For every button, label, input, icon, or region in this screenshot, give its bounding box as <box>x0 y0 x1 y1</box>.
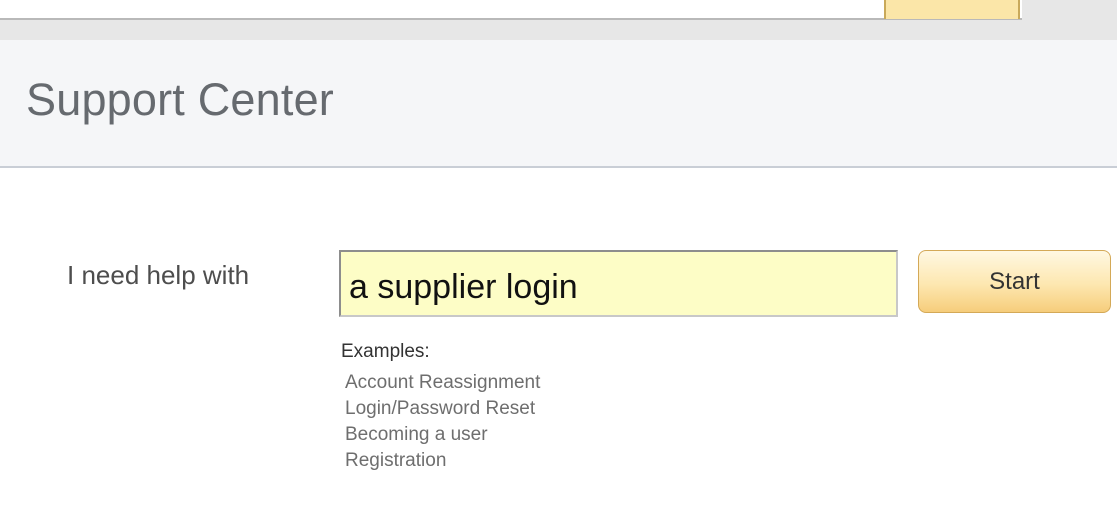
example-link-account-reassignment[interactable]: Account Reassignment <box>345 370 540 396</box>
help-label: I need help with <box>67 260 250 290</box>
top-bar-band <box>0 20 1117 40</box>
start-button[interactable]: Start <box>918 250 1111 313</box>
examples-label: Examples: <box>341 341 430 362</box>
top-bar <box>0 0 1117 40</box>
page: Support Center I need help with Start Ex… <box>0 0 1117 523</box>
top-bar-background <box>0 0 1022 18</box>
examples-list: Examples: Account Reassignment Login/Pas… <box>341 341 540 474</box>
help-search-input[interactable] <box>339 250 898 317</box>
top-tab-button[interactable] <box>884 0 1020 19</box>
example-link-registration[interactable]: Registration <box>345 448 540 474</box>
top-bar-corner <box>1022 0 1117 40</box>
example-link-login-password-reset[interactable]: Login/Password Reset <box>345 396 540 422</box>
example-link-becoming-a-user[interactable]: Becoming a user <box>345 422 540 448</box>
page-title: Support Center <box>26 74 334 125</box>
